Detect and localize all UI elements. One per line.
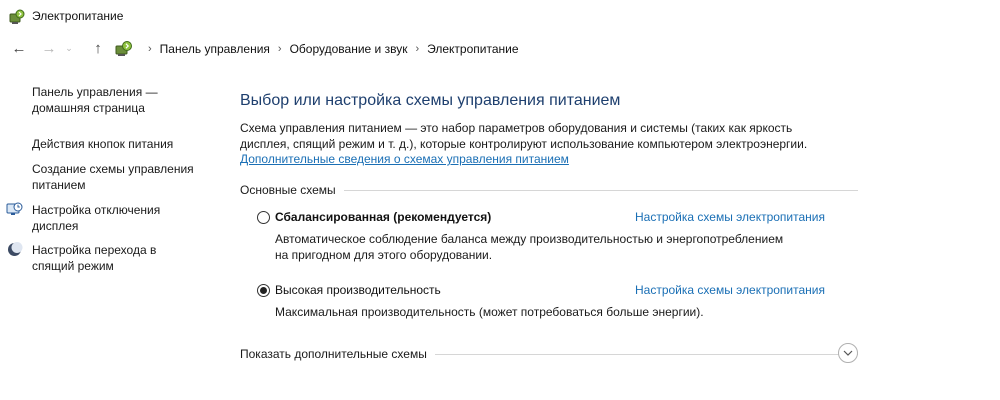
- sidebar-item-create-plan[interactable]: Создание схемы управления питанием: [32, 161, 194, 193]
- breadcrumb-hardware-sound[interactable]: Оборудование и звук: [290, 42, 408, 56]
- sidebar-item-label: домашняя страница: [32, 101, 145, 115]
- sidebar-item-label: Настройка перехода в: [32, 243, 157, 257]
- title-bar: Электропитание: [0, 0, 1000, 34]
- sidebar-item-label: Панель управления —: [32, 85, 158, 99]
- plan-settings-link[interactable]: Настройка схемы электропитания: [635, 283, 825, 297]
- sidebar-item-label: Настройка отключения: [32, 203, 161, 217]
- chevron-down-icon: ⌄: [65, 42, 73, 53]
- breadcrumb-control-panel[interactable]: Панель управления: [160, 42, 270, 56]
- sidebar-item-label: дисплея: [32, 219, 79, 233]
- back-button[interactable]: ←: [9, 38, 29, 58]
- expand-button[interactable]: [838, 343, 858, 363]
- chevron-right-icon[interactable]: ›: [148, 43, 152, 55]
- arrow-up-icon: ↑: [94, 39, 102, 57]
- recent-locations-button[interactable]: ⌄: [63, 38, 75, 58]
- plan-name[interactable]: Высокая производительность: [275, 283, 441, 297]
- sidebar-item-control-panel-home[interactable]: Панель управления — домашняя страница: [32, 84, 158, 116]
- sidebar-item-label: спящий режим: [32, 259, 114, 273]
- arrow-right-icon: →: [41, 39, 57, 57]
- control-panel-icon: [115, 41, 132, 56]
- page-title: Выбор или настройка схемы управления пит…: [240, 92, 621, 109]
- sidebar-item-power-buttons[interactable]: Действия кнопок питания: [32, 136, 173, 152]
- plan-settings-link[interactable]: Настройка схемы электропитания: [635, 210, 825, 224]
- show-more-label[interactable]: Показать дополнительные схемы: [240, 347, 427, 361]
- arrow-left-icon: ←: [11, 39, 27, 57]
- breadcrumb-power-options[interactable]: Электропитание: [427, 42, 518, 56]
- sidebar-item-label: Действия кнопок питания: [32, 137, 174, 151]
- window-title: Электропитание: [32, 9, 124, 23]
- plan-radio-high-performance[interactable]: [257, 284, 270, 297]
- sidebar-item-sleep[interactable]: Настройка перехода в спящий режим: [32, 242, 156, 274]
- forward-button[interactable]: →: [39, 38, 59, 58]
- chevron-right-icon[interactable]: ›: [415, 43, 419, 55]
- page-description: Схема управления питанием — это набор па…: [240, 120, 870, 152]
- show-more-plans[interactable]: Показать дополнительные схемы: [240, 343, 858, 363]
- sidebar-item-display-off[interactable]: Настройка отключения дисплея: [32, 202, 160, 234]
- plan-radio-balanced[interactable]: [257, 211, 270, 224]
- plan-description-line: Максимальная производительность (может п…: [275, 305, 704, 319]
- plan-name[interactable]: Сбалансированная (рекомендуется): [275, 210, 491, 224]
- plan-description-line: на пригодном для этого оборудовании.: [275, 248, 493, 262]
- chevron-right-icon[interactable]: ›: [278, 43, 282, 55]
- sidebar-item-label: Создание схемы управления: [32, 162, 194, 176]
- section-divider: [343, 189, 858, 191]
- section-divider: [434, 353, 858, 355]
- chevron-down-circle-icon: [843, 350, 853, 356]
- sidebar-item-label: питанием: [32, 178, 86, 192]
- power-options-window: Электропитание ← → ⌄ ↑ › Панель управлен…: [0, 0, 1000, 400]
- breadcrumb[interactable]: › Панель управления › Оборудование и зву…: [114, 36, 519, 62]
- display-clock-icon: [6, 202, 23, 215]
- plan-description: Максимальная производительность (может п…: [275, 304, 835, 320]
- plan-description-line: Автоматическое соблюдение баланса между …: [275, 232, 784, 246]
- plan-description: Автоматическое соблюдение баланса между …: [275, 231, 835, 263]
- up-button[interactable]: ↑: [88, 38, 108, 58]
- more-info-link[interactable]: Дополнительные сведения о схемах управле…: [240, 152, 569, 166]
- section-header-preferred-plans: Основные схемы: [240, 182, 858, 198]
- description-line: дисплея, спящий режим и т. д.), которые …: [240, 137, 808, 151]
- description-line: Схема управления питанием — это набор па…: [240, 121, 793, 135]
- power-options-icon: [9, 9, 25, 24]
- navigation-bar: ← → ⌄ ↑ › Панель управления › Оборудован…: [0, 36, 1000, 62]
- moon-icon: [8, 242, 23, 256]
- section-label: Основные схемы: [240, 183, 336, 197]
